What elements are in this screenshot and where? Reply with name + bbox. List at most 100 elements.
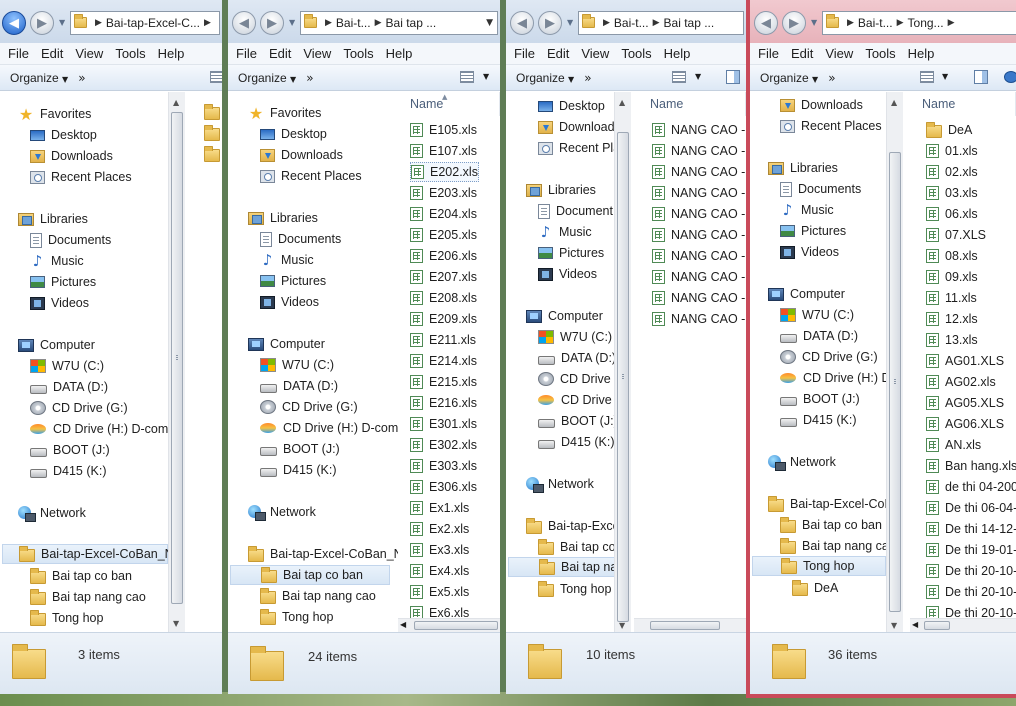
file-item[interactable]: NANG CAO - <box>652 183 745 203</box>
nav-music[interactable]: ♪ Music <box>780 200 834 220</box>
file-item[interactable]: E302.xls <box>410 435 477 455</box>
nav-computer[interactable]: Computer <box>248 334 325 354</box>
nav-folder-co-ban[interactable]: Bai tap co ban <box>30 566 132 586</box>
nav-music[interactable]: ♪ Music <box>30 251 84 271</box>
file-item[interactable]: E205.xls <box>410 225 477 245</box>
nav-downloads[interactable]: Downloads <box>780 95 863 115</box>
nav-documents[interactable]: Documents <box>30 230 111 250</box>
file-item[interactable]: E214.xls <box>410 351 477 371</box>
file-item[interactable]: De thi 06-04-0 <box>926 498 1016 518</box>
nav-drive-d[interactable]: DATA (D:) <box>260 376 338 396</box>
back-button[interactable]: ◀ <box>232 11 256 35</box>
nav-drive-g[interactable]: CD Drive (G:) <box>260 397 358 417</box>
file-item[interactable]: E204.xls <box>410 204 477 224</box>
menu-file[interactable]: File <box>8 46 29 61</box>
nav-drive-k[interactable]: D415 (K:) <box>538 432 615 452</box>
scroll-up-arrow[interactable]: ▲ <box>619 98 625 107</box>
view-options-icon[interactable] <box>920 71 934 83</box>
file-item[interactable]: Ex5.xls <box>410 582 469 602</box>
nav-scrollbar[interactable]: ▲ ▼ <box>168 92 185 632</box>
scroll-down-arrow[interactable]: ▼ <box>891 621 897 630</box>
nav-root-folder[interactable]: Bai-tap-Excel-CoB <box>768 494 893 514</box>
nav-documents[interactable]: Documents <box>780 179 861 199</box>
file-item[interactable]: Ex1.xls <box>410 498 469 518</box>
nav-drive-g[interactable]: CD Drive (G:) <box>30 398 128 418</box>
nav-drive-h[interactable]: CD Drive (I <box>538 390 623 410</box>
nav-videos[interactable]: Videos <box>30 293 89 313</box>
file-item[interactable]: 13.xls <box>926 330 978 350</box>
nav-computer[interactable]: Computer <box>768 284 845 304</box>
scroll-thumb[interactable] <box>650 621 720 630</box>
menu-help[interactable]: Help <box>908 46 935 61</box>
menu-file[interactable]: File <box>758 46 779 61</box>
file-list[interactable] <box>186 92 222 632</box>
menu-edit[interactable]: Edit <box>41 46 63 61</box>
organize-button[interactable]: Organize ▼ <box>10 71 68 85</box>
file-item[interactable]: De thi 19-01-0 <box>926 540 1016 560</box>
recent-pages-dropdown[interactable]: ▼ <box>289 18 295 27</box>
nav-drive-j[interactable]: BOOT (J:) <box>260 439 340 459</box>
breadcrumb-segment[interactable]: Bai-t... <box>614 16 649 30</box>
scroll-down-arrow[interactable]: ▼ <box>173 619 179 628</box>
nav-music[interactable]: ♪ Music <box>260 250 314 270</box>
nav-drive-k[interactable]: D415 (K:) <box>30 461 107 481</box>
organize-button[interactable]: Organize ▼ <box>516 71 574 85</box>
breadcrumb-segment[interactable]: Bai-t... <box>336 16 371 30</box>
file-item[interactable]: Ex2.xls <box>410 519 469 539</box>
nav-folder-tong-hop[interactable]: Tong hop <box>260 607 333 627</box>
nav-root-folder[interactable]: Bai-tap-Excel-CoBan_Na <box>2 544 181 564</box>
file-item[interactable]: NANG CAO - <box>652 120 745 140</box>
address-bar[interactable]: ▶ Bai-tap-Excel-C... ▶ <box>70 11 220 35</box>
nav-scrollbar[interactable]: ▲ ▼ <box>886 92 903 632</box>
nav-pictures[interactable]: Pictures <box>780 221 846 241</box>
file-item[interactable]: E301.xls <box>410 414 477 434</box>
file-item[interactable]: NANG CAO - <box>652 225 745 245</box>
nav-pictures[interactable]: Pictures <box>260 271 326 291</box>
recent-pages-dropdown[interactable]: ▼ <box>567 18 573 27</box>
file-item[interactable]: E107.xls <box>410 141 477 161</box>
breadcrumb-segment[interactable]: Bai-t... <box>858 16 893 30</box>
more-commands-button[interactable]: » <box>828 71 835 85</box>
file-item[interactable]: NANG CAO - <box>652 267 745 287</box>
nav-recent-places[interactable]: Recent Pla <box>538 138 620 158</box>
scroll-thumb[interactable] <box>617 132 629 622</box>
menu-view[interactable]: View <box>75 46 103 61</box>
nav-drive-h[interactable]: CD Drive (H:) D-com <box>260 418 398 438</box>
more-commands-button[interactable]: » <box>306 71 313 85</box>
navigation-pane[interactable]: ★ Favorites Desktop Downloads Recent Plac… <box>228 92 406 632</box>
file-item[interactable]: NANG CAO - <box>652 162 745 182</box>
file-item[interactable]: De thi 20-10-0 <box>926 561 1016 581</box>
file-item[interactable]: E216.xls <box>410 393 477 413</box>
more-commands-button[interactable]: » <box>78 71 85 85</box>
breadcrumb-segment[interactable]: Bai tap ... <box>386 16 437 30</box>
scroll-up-arrow[interactable]: ▲ <box>173 98 179 107</box>
file-item[interactable]: AG06.XLS <box>926 414 1004 434</box>
file-item[interactable] <box>204 144 222 164</box>
preview-pane-icon[interactable] <box>726 70 740 84</box>
nav-folder-nang-cao[interactable]: Bai tap nang cao <box>260 586 376 606</box>
scroll-thumb[interactable] <box>414 621 498 630</box>
file-item[interactable]: E105.xls <box>410 120 477 140</box>
file-item[interactable]: E215.xls <box>410 372 477 392</box>
file-item[interactable]: 12.xls <box>926 309 978 329</box>
nav-folder-dea[interactable]: DeA <box>792 578 838 598</box>
file-item[interactable]: 09.xls <box>926 267 978 287</box>
column-header-name[interactable]: Name ▲ <box>398 92 500 116</box>
file-item[interactable] <box>204 102 222 122</box>
nav-drive-c[interactable]: W7U (C:) <box>30 356 104 376</box>
explorer-window-1[interactable]: ◀ ▶ ▼ ▶ Bai-tap-Excel-C... ▶ File Edit V… <box>0 0 222 694</box>
file-item[interactable]: E206.xls <box>410 246 477 266</box>
nav-folder-co-ban[interactable]: Bai tap co <box>538 537 616 557</box>
menu-tools[interactable]: Tools <box>343 46 373 61</box>
view-options-icon[interactable] <box>210 71 222 83</box>
file-item[interactable]: 11.xls <box>926 288 977 308</box>
nav-network[interactable]: Network <box>18 503 86 523</box>
file-item[interactable]: 06.xls <box>926 204 978 224</box>
file-item[interactable]: NANG CAO - <box>652 141 745 161</box>
nav-root-folder[interactable]: Bai-tap-Excel-CoBan_N <box>248 544 403 564</box>
nav-folder-tong-hop[interactable]: Tong hop <box>538 579 611 599</box>
file-item[interactable]: NANG CAO - <box>652 204 745 224</box>
nav-videos[interactable]: Videos <box>538 264 597 284</box>
file-item[interactable]: AG01.XLS <box>926 351 1004 371</box>
file-item[interactable]: Ban hang.xls <box>926 456 1016 476</box>
